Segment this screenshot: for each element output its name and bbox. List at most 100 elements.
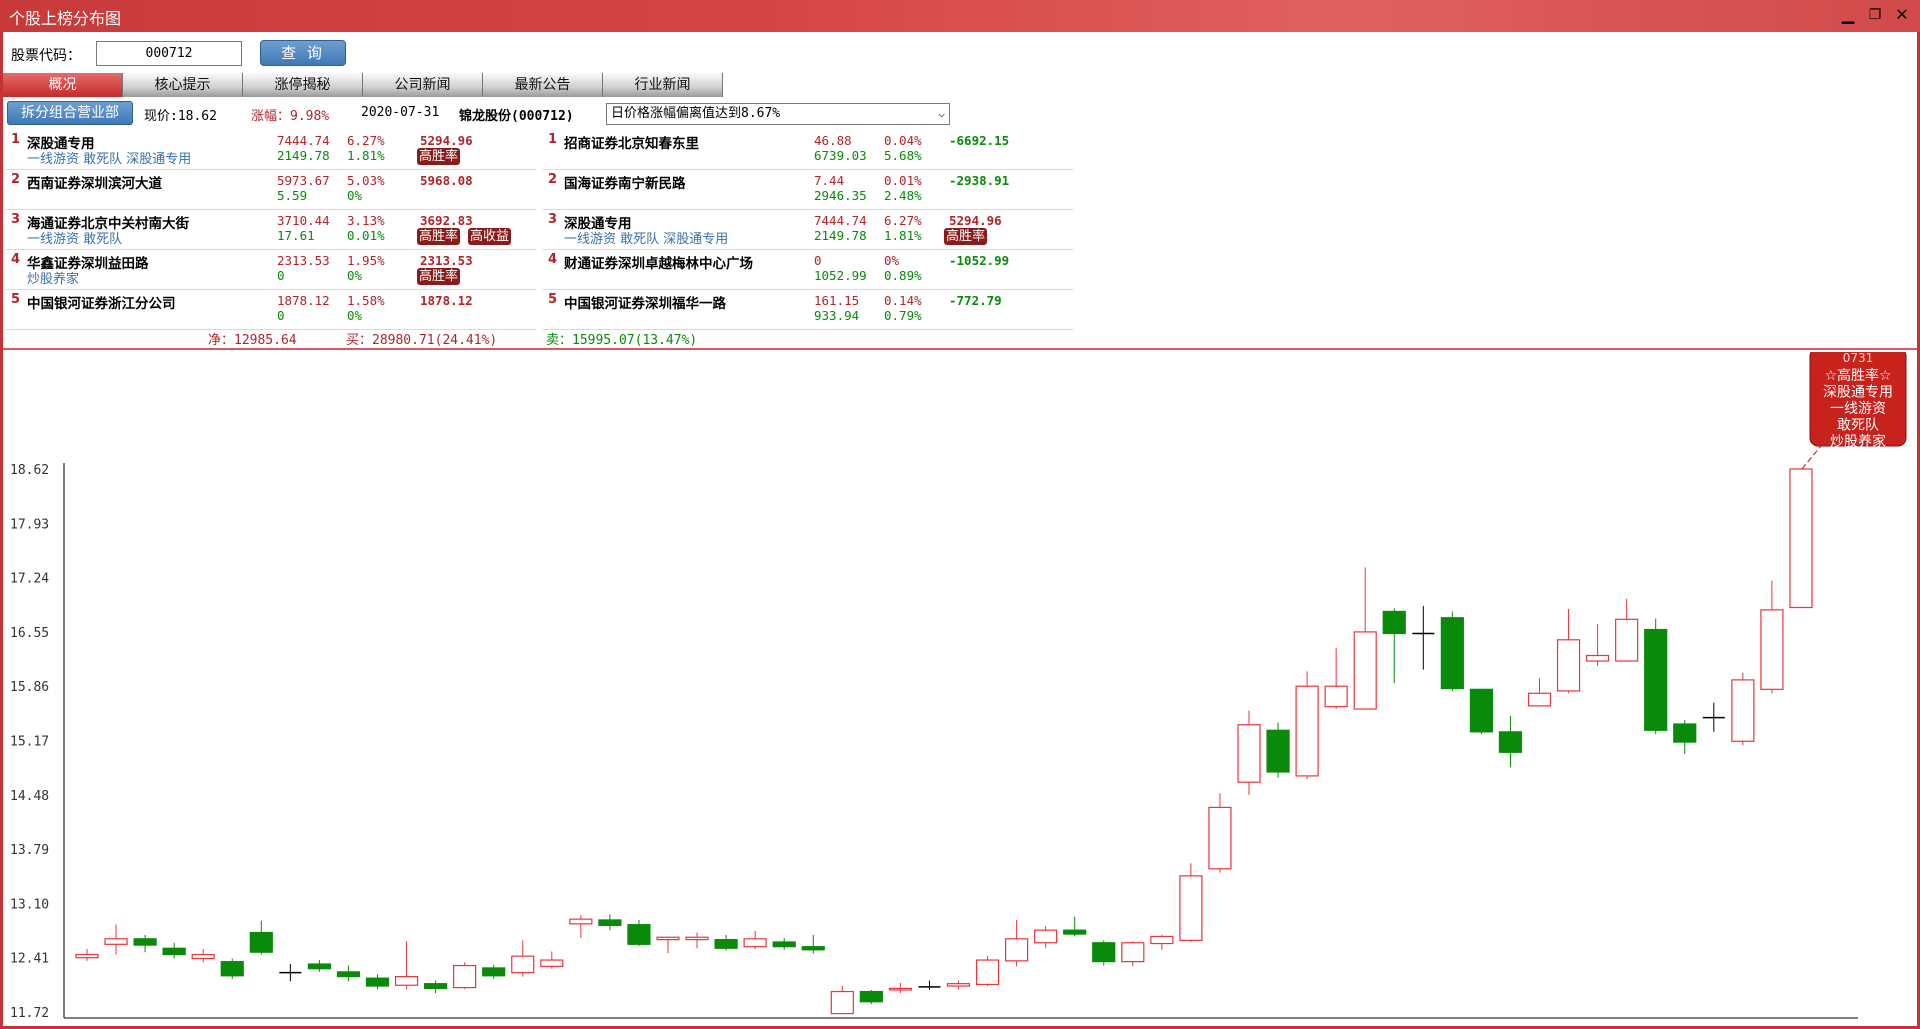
buy-row[interactable]: 2 西南证券深圳滨河大道 5973.67 5.03% 5.59 0% 5968.08 — [6, 169, 536, 210]
candle-body — [482, 967, 506, 977]
net-amount: 5968.08 — [420, 173, 473, 188]
rank-number: 3 — [11, 212, 21, 227]
candle-body — [511, 955, 535, 974]
tab-industry-news[interactable]: 行业新闻 — [603, 73, 723, 97]
sell-amount: 2149.78 — [814, 228, 867, 243]
sell-row[interactable]: 3 深股通专用 一线游资 敢死队 深股通专用 7444.74 6.27% 2149.78 1… — [543, 209, 1073, 250]
candle-body — [540, 959, 564, 967]
tab-core-tips[interactable]: 核心提示 — [123, 73, 243, 97]
candle-body — [1034, 929, 1058, 944]
net-amount: 3692.83 — [420, 213, 473, 228]
tag-badge: 高胜率 — [944, 228, 988, 245]
buy-row[interactable]: 4 华鑫证券深圳益田路 炒股养家 2313.53 1.95% 0 0% 2313.53 高胜率 — [6, 249, 536, 290]
candle-body — [133, 938, 157, 946]
sell-percent: 5.68% — [884, 148, 922, 163]
sell-percent: 0% — [347, 308, 363, 323]
sell-amount: 0 — [277, 308, 285, 323]
y-tick-label: 15.86 — [10, 680, 49, 695]
buy-percent: 0.04% — [884, 133, 922, 148]
buy-percent: 1.95% — [347, 253, 385, 268]
y-tick-label: 13.79 — [10, 843, 49, 858]
stock-code-input[interactable] — [96, 41, 242, 66]
branch-name: 中国银河证券深圳福华一路 — [564, 296, 726, 312]
y-tick-label: 17.93 — [10, 517, 49, 532]
tab-company-news[interactable]: 公司新闻 — [363, 73, 483, 97]
split-branch-button[interactable]: 拆分组合营业部 — [7, 101, 133, 125]
sell-percent: 2.48% — [884, 188, 922, 203]
y-tick-label: 14.48 — [10, 789, 49, 804]
buy-row[interactable]: 1 深股通专用 一线游资 敢死队 深股通专用 7444.74 6.27% 2149.78 1… — [6, 129, 536, 170]
close-icon[interactable]: ✕ — [1890, 4, 1914, 26]
tag-badge: 高胜率 — [417, 268, 461, 285]
restore-icon[interactable]: ❐ — [1863, 4, 1887, 26]
candle-body — [714, 938, 738, 949]
reason-select[interactable]: 日价格涨幅偏离值达到8.67% ⌵ — [606, 103, 950, 125]
sell-row[interactable]: 1 招商证券北京知春东里 46.88 0.04% 6739.03 5.68% -6692.1… — [543, 129, 1073, 170]
section-divider — [3, 348, 1917, 350]
sell-percent: 0.89% — [884, 268, 922, 283]
trade-date: 2020-07-31 — [361, 105, 440, 120]
sell-row[interactable]: 4 财通证券深圳卓越梅林中心广场 0 0% 1052.99 0.89% -1052.99 — [543, 249, 1073, 290]
branch-tags: 炒股养家 — [27, 272, 80, 287]
sell-amount: 2149.78 — [277, 148, 330, 163]
rank-number: 2 — [11, 172, 21, 187]
sell-amount: 1052.99 — [814, 268, 867, 283]
candle-body — [888, 987, 913, 991]
rank-number: 5 — [11, 292, 21, 307]
candle-body — [249, 931, 273, 953]
rank-number: 4 — [548, 252, 558, 267]
tab-announcements[interactable]: 最新公告 — [483, 73, 603, 97]
candle-body — [1208, 806, 1232, 870]
sell-percent: 0.01% — [347, 228, 385, 243]
candle-body — [685, 936, 709, 941]
net-amount: -772.79 — [949, 293, 1002, 308]
sell-amount: 933.94 — [814, 308, 860, 323]
annotation-line: 炒股养家 — [1830, 433, 1886, 450]
candle-body — [627, 924, 651, 945]
candle-body — [1237, 724, 1261, 783]
buy-row[interactable]: 3 海通证券北京中关村南大街 一线游资 敢死队 3710.44 3.13% 17.61 0.… — [6, 209, 536, 250]
candle-body — [75, 953, 99, 959]
sell-row[interactable]: 2 国海证券南宁新民路 7.44 0.01% 2946.35 2.48% -2938.91 — [543, 169, 1073, 210]
sell-percent: 1.81% — [347, 148, 385, 163]
branch-tags: 一线游资 敢死队 深股通专用 — [27, 152, 192, 167]
sell-row[interactable]: 5 中国银河证券深圳福华一路 161.15 0.14% 933.94 0.79% -772.… — [543, 289, 1073, 330]
candle-body — [859, 990, 883, 1003]
net-amount: -2938.91 — [949, 173, 1010, 188]
buy-percent: 1.58% — [347, 293, 385, 308]
y-tick-label: 18.62 — [10, 463, 49, 478]
rank-number: 3 — [548, 212, 558, 227]
branch-name: 中国银河证券浙江分公司 — [27, 296, 176, 312]
buy-row[interactable]: 5 中国银河证券浙江分公司 1878.12 1.58% 0 0% 1878.12 — [6, 289, 536, 330]
candle-body — [1179, 875, 1203, 941]
candle-body — [598, 919, 622, 927]
candle-body — [1615, 618, 1639, 662]
sell-amount: 17.61 — [277, 228, 315, 243]
minimize-icon[interactable]: ▁ — [1836, 4, 1860, 26]
y-tick-label: 12.41 — [10, 952, 49, 967]
candle-body — [1295, 685, 1319, 777]
candle-body — [1731, 679, 1755, 742]
candle-body — [946, 983, 971, 987]
candle-body — [453, 964, 477, 989]
candle-body — [1004, 938, 1029, 962]
candle-body — [1644, 628, 1668, 731]
annotation-line: 一线游资 — [1830, 401, 1886, 417]
buy-amount: 7444.74 — [814, 213, 867, 228]
candle-body — [1673, 723, 1697, 743]
candle-body — [1353, 631, 1377, 710]
buy-percent: 0.14% — [884, 293, 922, 308]
candlestick-chart: 18.62 17.93 17.24 16.55 15.86 15.17 14.48 13.79… — [10, 352, 1907, 1021]
candle-body — [772, 941, 796, 948]
candle-body — [743, 938, 767, 948]
stock-name: 锦龙股份(000712) — [459, 109, 574, 124]
candle-body — [1382, 610, 1406, 635]
candle-body — [1527, 692, 1552, 707]
candle-body — [191, 953, 215, 960]
candle-body — [307, 963, 331, 970]
candle-body — [1440, 617, 1464, 690]
tab-limit-up[interactable]: 涨停揭秘 — [243, 73, 363, 97]
current-price: 现价:18.62 — [144, 109, 217, 124]
tab-overview[interactable]: 概况 — [3, 73, 123, 97]
query-button[interactable]: 查 询 — [260, 40, 346, 66]
